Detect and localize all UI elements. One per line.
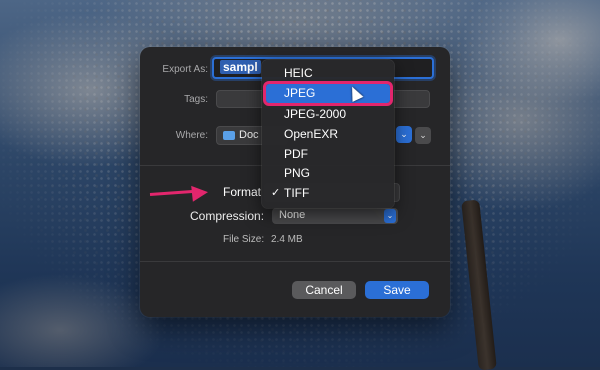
arrow-annotation-head (191, 184, 209, 202)
menu-item-png[interactable]: PNG (266, 164, 390, 183)
where-value: Doc (239, 129, 259, 141)
tags-label: Tags: (184, 94, 208, 105)
export-as-value: sampl (220, 60, 261, 74)
where-stepper-icon[interactable]: ⌄ (396, 126, 412, 143)
menu-item-label: PNG (284, 166, 311, 180)
expand-chevron-icon[interactable]: ⌄ (415, 127, 431, 144)
where-label: Where: (175, 130, 208, 141)
checkmark-icon: ✓ (271, 187, 281, 199)
menu-item-label: JPEG (284, 86, 316, 100)
file-size-value: 2.4 MB (271, 234, 303, 245)
export-as-label: Export As: (162, 64, 208, 75)
menu-item-tiff[interactable]: ✓ TIFF (266, 184, 390, 203)
menu-item-label: OpenEXR (284, 127, 339, 141)
compression-value: None (279, 209, 306, 221)
divider (140, 261, 450, 262)
menu-item-heic[interactable]: HEIC (266, 64, 390, 83)
compression-stepper-icon: ⌄ (384, 209, 396, 223)
menu-item-label: PDF (284, 147, 308, 161)
cancel-button[interactable]: Cancel (292, 281, 356, 299)
save-button[interactable]: Save (365, 281, 429, 299)
menu-item-label: JPEG-2000 (284, 107, 347, 121)
menu-item-label: TIFF (284, 186, 310, 200)
menu-item-label: HEIC (284, 66, 313, 80)
format-popup-menu: HEIC JPEG JPEG-2000 OpenEXR PDF PNG ✓ TI… (262, 60, 394, 208)
menu-item-jpeg[interactable]: JPEG (263, 81, 393, 106)
menu-item-jpeg-2000[interactable]: JPEG-2000 (266, 105, 390, 124)
compression-select[interactable]: None ⌄ (272, 208, 398, 224)
folder-icon (223, 131, 235, 140)
menu-item-pdf[interactable]: PDF (266, 145, 390, 164)
format-label: Format (223, 185, 262, 199)
menu-item-openexr[interactable]: OpenEXR (266, 125, 390, 144)
compression-label: Compression: (190, 209, 265, 223)
file-size-label: File Size: (223, 234, 265, 245)
